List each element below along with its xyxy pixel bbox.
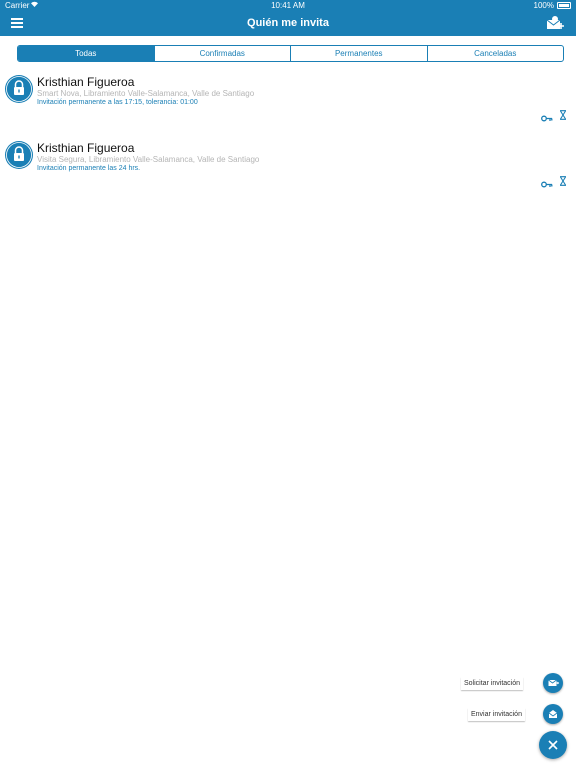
inviter-name: Kristhian Figueroa: [37, 141, 135, 155]
envelope-arrow-icon: [548, 679, 560, 686]
battery-percentage: 100%: [533, 1, 554, 10]
request-invitation-button[interactable]: [543, 673, 563, 693]
list-item[interactable]: Kristhian Figueroa Visita Segura, Libram…: [0, 141, 576, 201]
invitation-detail: Invitación permanente las 24 hrs.: [37, 165, 141, 172]
lock-avatar-icon: [5, 141, 33, 169]
invitation-address: Smart Nova, Libramiento Valle-Salamanca,…: [37, 89, 255, 98]
list-item[interactable]: Kristhian Figueroa Smart Nova, Libramien…: [0, 75, 576, 135]
tab-confirmadas[interactable]: Confirmadas: [153, 46, 291, 61]
invitation-detail: Invitación permanente a las 17:15, toler…: [37, 99, 198, 106]
page-title: Quién me invita: [247, 17, 329, 29]
status-bar: Carrier 10:41 AM 100%: [0, 0, 576, 11]
close-menu-button[interactable]: [539, 731, 567, 759]
tab-permanentes[interactable]: Permanentes: [290, 46, 427, 61]
navigation-bar: Quién me invita: [0, 11, 576, 36]
clock: 10:41 AM: [271, 1, 305, 10]
hourglass-icon[interactable]: [559, 173, 567, 186]
filter-tabs: Todas Confirmadas Permanentes Canceladas: [17, 45, 564, 62]
lock-avatar-icon: [5, 75, 33, 103]
tab-canceladas[interactable]: Canceladas: [426, 46, 564, 61]
envelope-add-icon[interactable]: [546, 15, 566, 31]
tab-todas[interactable]: Todas: [18, 46, 154, 61]
send-invitation-label[interactable]: Enviar invitación: [468, 708, 525, 721]
key-icon[interactable]: [541, 109, 553, 122]
close-icon: [548, 740, 558, 750]
hourglass-icon[interactable]: [559, 107, 567, 120]
envelope-open-icon: [548, 710, 558, 718]
send-invitation-button[interactable]: [543, 704, 563, 724]
inviter-name: Kristhian Figueroa: [37, 75, 135, 89]
request-invitation-label[interactable]: Solicitar invitación: [461, 677, 524, 690]
key-icon[interactable]: [541, 175, 553, 188]
invitation-address: Visita Segura, Libramiento Valle-Salaman…: [37, 155, 260, 164]
battery-icon: [557, 2, 571, 9]
